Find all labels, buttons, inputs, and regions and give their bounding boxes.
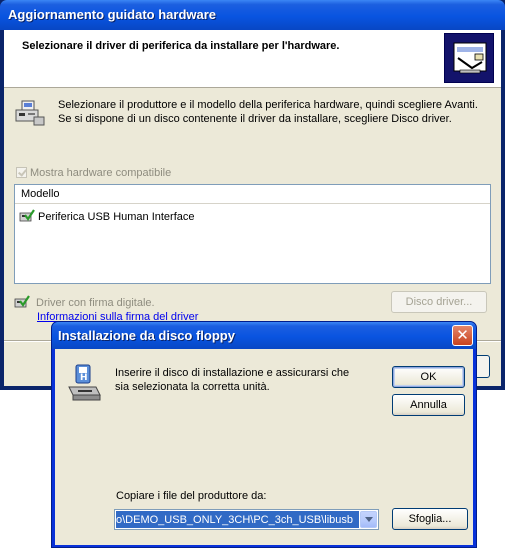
- floppy-dialog: Installazione da disco floppy ✕ H Inseri…: [51, 321, 477, 548]
- wizard-title: Aggiornamento guidato hardware: [8, 7, 217, 22]
- copy-from-label: Copiare i file del produttore da:: [116, 490, 267, 502]
- signed-driver-row: Driver con firma digitale.: [14, 295, 155, 309]
- dialog-titlebar[interactable]: Installazione da disco floppy ✕: [52, 322, 476, 349]
- show-compatible-label: Mostra hardware compatibile: [30, 167, 172, 179]
- ok-button[interactable]: OK: [392, 366, 465, 388]
- signed-driver-icon: [19, 209, 35, 223]
- browse-button[interactable]: Sfoglia...: [392, 508, 468, 530]
- dialog-message: Inserire il disco di installazione e ass…: [115, 367, 350, 393]
- wizard-titlebar[interactable]: Aggiornamento guidato hardware: [0, 0, 505, 30]
- show-compatible-checkbox[interactable]: Mostra hardware compatibile: [16, 167, 171, 179]
- model-list[interactable]: Modello Periferica USB Human Interface: [14, 184, 491, 284]
- model-item-label: Periferica USB Human Interface: [38, 211, 195, 223]
- floppy-disk-icon: H: [66, 363, 102, 403]
- hardware-device-icon: [14, 98, 48, 128]
- cancel-button[interactable]: Annulla: [392, 394, 465, 416]
- signed-driver-icon: [14, 295, 30, 309]
- signed-driver-text: Driver con firma digitale.: [36, 297, 155, 309]
- svg-text:H: H: [80, 373, 88, 383]
- close-icon[interactable]: ✕: [452, 325, 473, 346]
- chevron-down-icon[interactable]: [360, 511, 377, 528]
- hardware-wizard-icon: [444, 33, 494, 83]
- wizard-header-text: Selezionare il driver di periferica da i…: [22, 40, 340, 52]
- model-column-header[interactable]: Modello: [15, 185, 490, 204]
- checkbox-box[interactable]: [16, 167, 27, 178]
- path-combobox[interactable]: [114, 509, 379, 530]
- path-input[interactable]: [116, 511, 359, 528]
- dialog-body: H Inserire il disco di installazione e a…: [55, 349, 473, 545]
- dialog-title: Installazione da disco floppy: [58, 328, 235, 343]
- wizard-description: Selezionare il produttore e il modello d…: [58, 99, 478, 125]
- model-list-item[interactable]: Periferica USB Human Interface: [19, 209, 195, 223]
- wizard-header: Selezionare il driver di periferica da i…: [4, 30, 501, 88]
- disk-driver-button[interactable]: Disco driver...: [391, 291, 487, 313]
